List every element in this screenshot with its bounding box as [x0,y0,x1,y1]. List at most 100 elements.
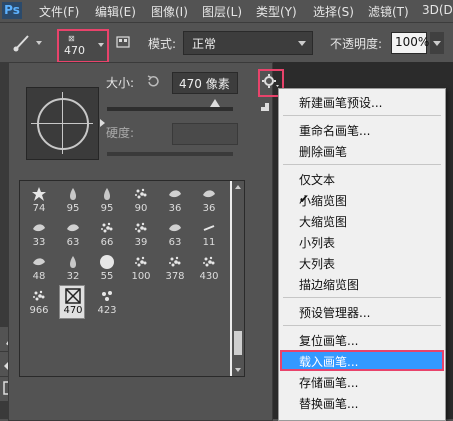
brush-size-value: 470 [64,44,85,57]
brush-tip-icon [31,186,47,202]
brush-preset-tile[interactable]: 33 [26,218,50,250]
context-menu-item[interactable]: 载入画笔... [280,350,444,371]
brush-tip-icon [65,220,81,236]
menu-image[interactable]: 图像(I) [151,3,188,20]
menu-separator [283,325,441,326]
brush-preset-tile[interactable]: 100 [128,252,152,284]
chevron-down-icon [433,41,441,46]
brush-preset-size: 32 [66,271,80,282]
context-menu-item[interactable]: 复位画笔... [280,329,444,350]
brush-preset-panel: 大小: 470 像素 硬度: 74 95 95 90 36 36 33 63 66 39 63 11 4… [8,62,284,421]
brush-tip-icon [31,254,47,270]
menu-filter[interactable]: 滤镜(T) [368,3,409,20]
presets-scrollbar[interactable] [232,181,244,376]
context-menu-item-label: 存储画笔... [299,376,359,390]
brush-icon [13,35,29,52]
brush-tip-icon [133,254,149,270]
context-menu-item[interactable]: 存储画笔... [280,371,444,392]
reset-size-icon[interactable] [146,74,160,88]
context-menu-item-label: 新建画笔预设... [299,96,383,110]
brush-preset-tile[interactable]: 66 [94,218,118,250]
brush-presets-list: 74 95 95 90 36 36 33 63 66 39 63 11 48 32 55 100 378 430 9… [20,181,230,376]
photoshop-logo: Ps [2,2,22,19]
brush-preset-size: 63 [168,237,182,248]
brush-preset-picker[interactable]: ⊠ 470 [57,29,109,63]
context-menu-item[interactable]: 预设管理器... [280,301,444,322]
brush-tip-icon [65,288,81,304]
crosshair-v-line [62,92,63,154]
brush-tip-icon [99,220,115,236]
brush-tip-icon [167,186,183,202]
size-slider[interactable] [107,107,233,111]
context-menu-item[interactable]: 仅文本 [280,168,444,189]
brush-tip-icon [31,220,47,236]
brush-preset-tile[interactable]: 36 [196,184,220,216]
menu-3d[interactable]: 3D(D) [422,3,453,17]
chevron-down-icon [98,43,104,47]
context-menu-item[interactable]: ✔ 小缩览图 [280,189,444,210]
brush-preset-tile[interactable]: 36 [162,184,186,216]
brush-preset-size: 95 [66,203,80,214]
brush-preset-size: 95 [100,203,114,214]
context-menu-item[interactable]: 小列表 [280,231,444,252]
new-preset-icon[interactable] [260,101,270,111]
brush-tip-icon [99,254,115,270]
brush-preset-size: 48 [32,271,46,282]
brush-preset-size: 100 [131,271,151,282]
context-menu-item[interactable]: 删除画笔 [280,140,444,161]
scroll-down-icon[interactable] [235,368,241,372]
brush-preset-tile[interactable]: 63 [162,218,186,250]
brush-preset-tile[interactable]: 55 [94,252,118,284]
brush-tool-button[interactable] [10,31,42,55]
menu-edit[interactable]: 编辑(E) [95,3,136,20]
brush-preset-tile[interactable]: 95 [60,184,84,216]
menu-layer[interactable]: 图层(L) [202,3,242,20]
context-menu-item[interactable]: 替换画笔... [280,392,444,413]
brush-preset-tile[interactable]: 966 [26,286,50,318]
brush-preset-tile[interactable]: 11 [196,218,220,250]
brush-preset-size: 423 [97,305,117,316]
context-menu-item[interactable]: 重命名画笔... [280,119,444,140]
brush-preset-tile[interactable]: 423 [94,286,118,318]
mode-select[interactable]: 正常 [183,31,313,55]
menu-file[interactable]: 文件(F) [39,3,79,20]
toggle-brush-panel-button[interactable] [116,35,130,49]
brush-preset-tile[interactable]: 378 [162,252,186,284]
menu-select[interactable]: 选择(S) [313,3,354,20]
opacity-value: 100% [395,35,430,49]
context-menu-item-label: 载入画笔... [299,355,359,369]
brush-preset-tile[interactable]: 32 [60,252,84,284]
brush-preset-tile[interactable]: 63 [60,218,84,250]
brush-preset-tile[interactable]: 95 [94,184,118,216]
brush-preset-size: 55 [100,271,114,282]
brush-preset-tile[interactable]: 48 [26,252,50,284]
brush-preset-tile[interactable]: 74 [26,184,50,216]
opacity-dropdown-button[interactable] [430,32,444,54]
context-menu-item[interactable]: 描边缩览图 [280,273,444,294]
brush-preset-tile[interactable]: 470 [59,285,85,319]
menu-type[interactable]: 类型(Y) [256,3,297,20]
brush-tip-icon [65,186,81,202]
context-menu-item[interactable]: 大列表 [280,252,444,273]
hardness-label: 硬度: [106,126,135,140]
brush-preset-tile[interactable]: 430 [196,252,220,284]
brush-preset-size: 36 [168,203,182,214]
scroll-thumb[interactable] [234,331,242,355]
context-menu-item[interactable]: 大缩览图 [280,210,444,231]
brush-tip-icon: ⊠ [68,34,75,43]
opacity-input[interactable]: 100% [391,32,430,54]
context-menu-item-label: 仅文本 [299,173,336,187]
brush-preset-size: 378 [165,271,185,282]
brush-preset-size: 63 [66,237,80,248]
brush-preset-tile[interactable]: 39 [128,218,152,250]
context-menu-item[interactable]: 新建画笔预设... [280,91,444,112]
size-input[interactable]: 470 像素 [172,72,238,94]
context-menu-item-label: 小缩览图 [299,194,348,208]
brush-preset-tile[interactable]: 90 [128,184,152,216]
brush-tip-icon [167,254,183,270]
brush-presets-grid: 74 95 95 90 36 36 33 63 66 39 63 11 48 32 55 100 378 430 9… [19,180,245,377]
scroll-up-icon[interactable] [235,185,241,189]
angle-pointer-icon [100,119,105,127]
size-slider-thumb[interactable] [210,99,221,107]
brush-angle-preview[interactable] [26,87,105,160]
